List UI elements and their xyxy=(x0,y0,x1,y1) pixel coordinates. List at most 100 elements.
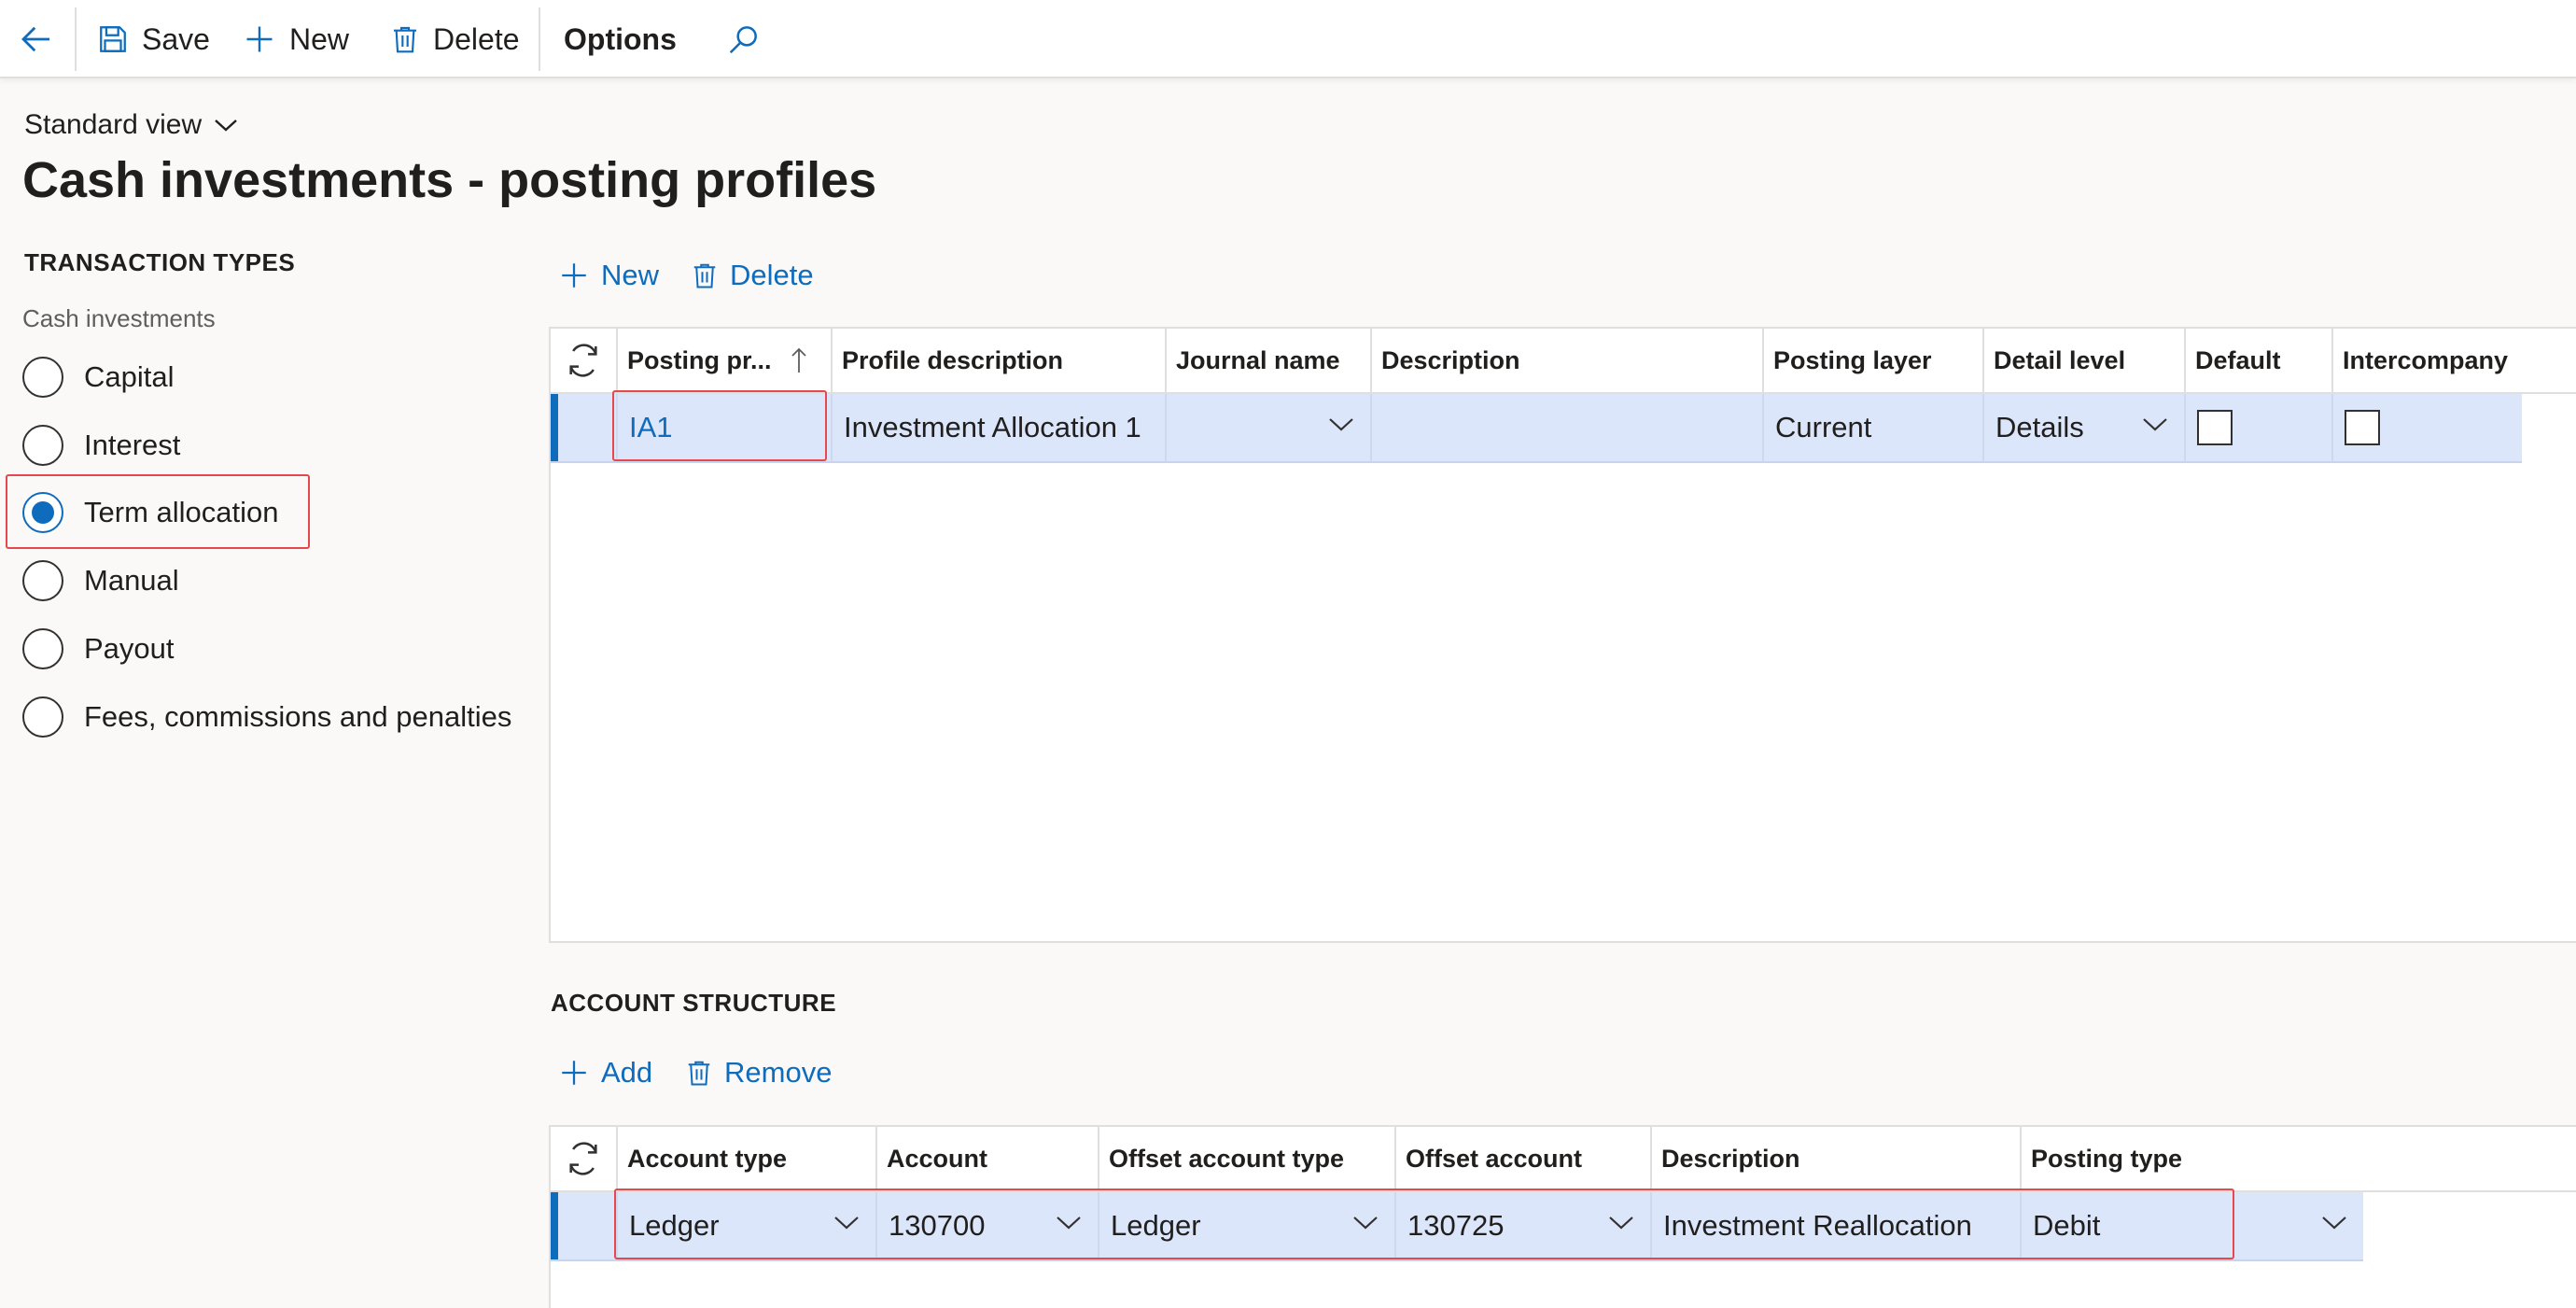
chevron-down-icon xyxy=(1351,1213,1379,1231)
posting-profile-cell[interactable]: IA1 xyxy=(616,394,831,461)
back-arrow-icon xyxy=(17,20,56,59)
offset-account-type-dropdown[interactable]: Ledger xyxy=(1098,1192,1394,1259)
radio-label: Manual xyxy=(84,564,179,597)
options-label: Options xyxy=(564,21,677,56)
radio-circle xyxy=(22,425,63,466)
column-label: Default xyxy=(2195,345,2281,374)
toolbar-divider xyxy=(75,7,77,71)
column-header-account[interactable]: Account xyxy=(875,1127,1098,1190)
account-type-value: Ledger xyxy=(629,1209,720,1242)
options-tab[interactable]: Options xyxy=(564,0,677,78)
radio-payout[interactable]: Payout xyxy=(22,625,175,673)
grid-header: Posting pr... Profile description Journa… xyxy=(551,329,2576,394)
table-row[interactable]: Ledger 130700 Ledger 130725 Investment R… xyxy=(551,1192,2363,1261)
column-header-detail-level[interactable]: Detail level xyxy=(1982,329,2184,392)
radio-interest[interactable]: Interest xyxy=(22,421,180,470)
radio-capital[interactable]: Capital xyxy=(22,353,175,401)
save-icon xyxy=(97,23,129,55)
row-selected-marker xyxy=(551,1192,558,1259)
column-header-description[interactable]: Description xyxy=(1650,1127,2020,1190)
column-label: Posting layer xyxy=(1773,345,1932,374)
new-button[interactable]: New xyxy=(243,0,349,78)
radio-label: Capital xyxy=(84,360,175,393)
description-cell[interactable]: Investment Reallocation xyxy=(1650,1192,2020,1259)
search-button[interactable] xyxy=(726,0,762,78)
new-label: New xyxy=(601,259,660,291)
radio-manual[interactable]: Manual xyxy=(22,556,179,605)
add-button[interactable]: Add xyxy=(558,1049,652,1096)
delete-label: Delete xyxy=(730,259,814,291)
trash-icon xyxy=(685,1057,713,1089)
radio-label: Term allocation xyxy=(84,496,279,528)
intercompany-cell xyxy=(2331,394,2522,461)
row-selected-marker xyxy=(551,394,558,461)
table-row[interactable]: IA1 Investment Allocation 1 Current Deta… xyxy=(551,394,2522,463)
transaction-types-heading: TRANSACTION TYPES xyxy=(24,248,296,276)
account-structure-grid: Account type Account Offset account type… xyxy=(549,1125,2576,1308)
radio-fees[interactable]: Fees, commissions and penalties xyxy=(22,693,511,741)
posting-type-value: Debit xyxy=(2033,1209,2101,1242)
grid-header: Account type Account Offset account type… xyxy=(551,1127,2576,1192)
profiles-delete-button[interactable]: Delete xyxy=(691,252,814,299)
column-header-intercompany[interactable]: Intercompany xyxy=(2331,329,2576,392)
column-label: Description xyxy=(1381,345,1520,374)
column-header-account-type[interactable]: Account type xyxy=(616,1127,875,1190)
back-button[interactable] xyxy=(17,0,69,78)
radio-circle-selected xyxy=(22,492,63,533)
default-checkbox[interactable] xyxy=(2197,410,2233,445)
command-bar: Save New Delete Options xyxy=(0,0,2576,78)
column-header-description[interactable]: Description xyxy=(1370,329,1762,392)
save-label: Save xyxy=(142,21,210,56)
column-label: Journal name xyxy=(1176,345,1340,374)
account-dropdown[interactable]: 130700 xyxy=(875,1192,1098,1259)
profile-description-cell[interactable]: Investment Allocation 1 xyxy=(831,394,1165,461)
plus-icon xyxy=(558,260,590,291)
description-cell[interactable] xyxy=(1370,394,1762,461)
refresh-button[interactable] xyxy=(551,1127,616,1190)
intercompany-checkbox[interactable] xyxy=(2345,410,2380,445)
account-type-dropdown[interactable]: Ledger xyxy=(616,1192,875,1259)
chevron-down-icon xyxy=(213,116,239,134)
column-header-default[interactable]: Default xyxy=(2184,329,2331,392)
posting-layer-cell[interactable]: Current xyxy=(1762,394,1982,461)
plus-icon xyxy=(558,1057,590,1089)
view-label: Standard view xyxy=(24,109,203,140)
radio-circle xyxy=(22,628,63,669)
radio-label: Payout xyxy=(84,632,175,665)
column-header-profile-description[interactable]: Profile description xyxy=(831,329,1165,392)
remove-label: Remove xyxy=(724,1056,833,1089)
remove-button[interactable]: Remove xyxy=(685,1049,832,1096)
journal-name-dropdown[interactable] xyxy=(1165,394,1370,461)
new-label: New xyxy=(289,21,350,56)
column-header-posting-layer[interactable]: Posting layer xyxy=(1762,329,1982,392)
search-icon xyxy=(726,21,762,57)
chevron-down-icon xyxy=(833,1213,861,1231)
column-label: Posting pr... xyxy=(627,345,772,374)
detail-level-dropdown[interactable]: Details xyxy=(1982,394,2184,461)
save-button[interactable]: Save xyxy=(97,0,210,78)
radio-circle xyxy=(22,357,63,398)
chevron-down-icon xyxy=(1607,1213,1635,1231)
radio-circle xyxy=(22,560,63,601)
default-cell xyxy=(2184,394,2331,461)
chevron-down-icon xyxy=(1055,1213,1083,1231)
column-header-offset-account-type[interactable]: Offset account type xyxy=(1098,1127,1394,1190)
column-header-journal-name[interactable]: Journal name xyxy=(1165,329,1370,392)
add-label: Add xyxy=(601,1056,653,1089)
delete-label: Delete xyxy=(433,21,520,56)
view-selector[interactable]: Standard view xyxy=(24,106,239,144)
radio-term-allocation[interactable]: Term allocation xyxy=(22,488,278,537)
column-label: Offset account xyxy=(1406,1144,1583,1173)
column-header-posting-type[interactable]: Posting type xyxy=(2020,1127,2576,1190)
trash-icon xyxy=(390,22,420,56)
profiles-new-button[interactable]: New xyxy=(558,252,659,299)
delete-button[interactable]: Delete xyxy=(390,0,520,78)
offset-account-dropdown[interactable]: 130725 xyxy=(1394,1192,1650,1259)
column-label: Offset account type xyxy=(1109,1144,1345,1173)
column-label: Posting type xyxy=(2031,1144,2183,1173)
column-header-offset-account[interactable]: Offset account xyxy=(1394,1127,1650,1190)
column-header-posting-profile[interactable]: Posting pr... xyxy=(616,329,831,392)
refresh-button[interactable] xyxy=(551,329,616,392)
column-label: Intercompany xyxy=(2343,345,2509,374)
posting-type-dropdown[interactable]: Debit xyxy=(2020,1192,2363,1259)
